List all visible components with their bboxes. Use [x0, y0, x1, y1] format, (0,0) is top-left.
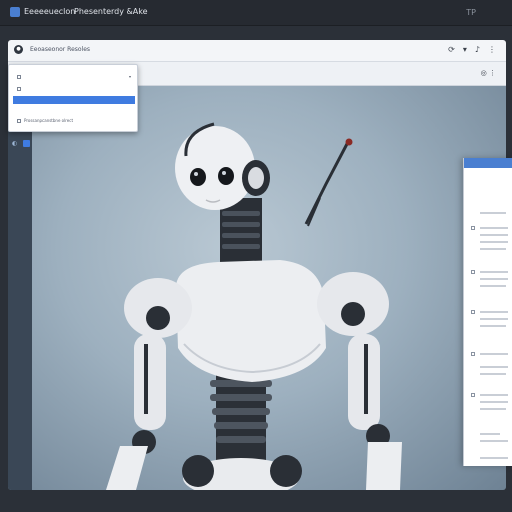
- panel-text-line: [480, 285, 506, 287]
- dropdown-item-label: Prossanpcanstbne olrect: [24, 118, 74, 123]
- color-swatch[interactable]: [23, 140, 30, 147]
- chevron-down-icon: ▾: [128, 74, 131, 79]
- panel-text-line: [480, 408, 506, 410]
- address-tools: ⟳ ▾ ♪ ⋮: [448, 45, 496, 54]
- dropdown-item[interactable]: [13, 85, 135, 93]
- dropdown-item[interactable]: ▾: [13, 73, 135, 81]
- left-tool-rail: ✎ ≡ ▣ ◐: [8, 86, 32, 490]
- checkbox-icon[interactable]: [471, 393, 475, 397]
- checkbox-icon[interactable]: [471, 226, 475, 230]
- checkbox-icon[interactable]: [17, 87, 21, 91]
- settings-icon[interactable]: ◎ ⋮: [481, 69, 496, 77]
- hero-image: [8, 86, 506, 490]
- panel-text-line: [480, 311, 508, 313]
- panel-text-line: [480, 248, 506, 250]
- checkbox-icon[interactable]: [471, 352, 475, 356]
- panel-text-line: [480, 394, 508, 396]
- more-icon[interactable]: ⋮: [488, 45, 496, 54]
- menu-bar: [8, 30, 506, 39]
- panel-text-line: [480, 325, 506, 327]
- app-titlebar: Eeeeeueclon Phesenterdy &Ake TP: [0, 0, 512, 26]
- dropdown-menu: ▾ Prossanpcanstbne olrect: [8, 64, 138, 132]
- panel-text-line: [480, 457, 508, 459]
- robot-illustration: [106, 122, 402, 490]
- dropdown-icon[interactable]: ▾: [463, 45, 467, 54]
- panel-text-line: [480, 401, 508, 403]
- panel-text-line: [480, 373, 506, 375]
- reload-icon[interactable]: ⟳: [448, 45, 455, 54]
- panel-text-line: [480, 440, 508, 442]
- panel-text-line: [480, 241, 508, 243]
- document-name: Phesenterdy &Ake: [74, 7, 148, 16]
- panel-text-line: [480, 212, 506, 214]
- dropdown-item-selected[interactable]: [13, 96, 135, 104]
- properties-panel: [463, 158, 512, 466]
- panel-text-line: [480, 227, 508, 229]
- panel-text-line: [480, 353, 508, 355]
- panel-text-line: [480, 278, 508, 280]
- panel-text-line: [480, 271, 508, 273]
- window-mark: TP: [466, 8, 476, 17]
- checkbox-icon[interactable]: [471, 310, 475, 314]
- address-text[interactable]: Eeoaseonor Resoles: [30, 46, 90, 53]
- dropdown-item[interactable]: Prossanpcanstbne olrect: [13, 117, 135, 125]
- site-icon[interactable]: ●: [14, 45, 23, 54]
- app-title: Eeeeeueclon: [24, 7, 76, 16]
- checkbox-icon[interactable]: [471, 270, 475, 274]
- panel-header: [464, 158, 512, 168]
- address-bar: ● Eeoaseonor Resoles ⟳ ▾ ♪ ⋮: [8, 40, 506, 62]
- panel-text-line: [480, 318, 508, 320]
- adjust-icon[interactable]: ◐: [12, 140, 20, 147]
- panel-text-line: [480, 366, 508, 368]
- checkbox-icon[interactable]: [17, 119, 21, 123]
- panel-text-line: [480, 234, 508, 236]
- share-icon[interactable]: ♪: [475, 45, 480, 54]
- app-logo-icon: [10, 7, 20, 17]
- checkbox-icon[interactable]: [17, 75, 21, 79]
- panel-text-line: [480, 433, 500, 435]
